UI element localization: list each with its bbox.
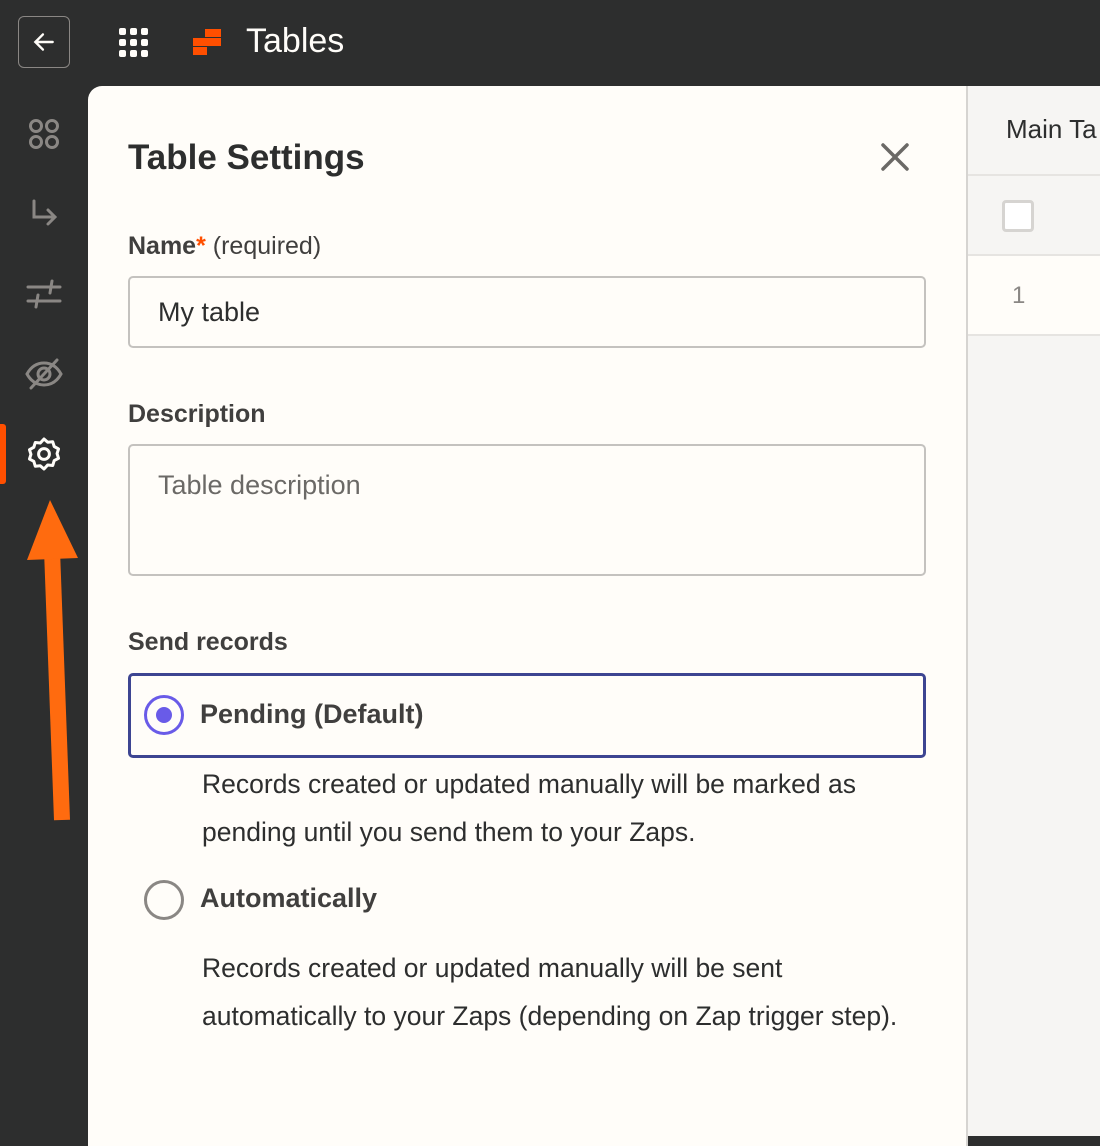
- description-label: Description: [128, 400, 266, 428]
- required-text: (required): [212, 232, 322, 260]
- name-label-text: Name: [128, 232, 197, 260]
- close-icon[interactable]: [878, 140, 912, 174]
- option-pending-description: Records created or updated manually will…: [202, 769, 856, 847]
- option-automatically-label[interactable]: Automatically: [200, 883, 377, 914]
- grid-icon[interactable]: [118, 27, 150, 59]
- panel-title: Table Settings: [128, 138, 365, 177]
- table-preview: Main Ta 1: [968, 86, 1100, 1136]
- app-title: Tables: [246, 22, 345, 60]
- top-bar: Tables: [0, 0, 1100, 86]
- required-star: *: [196, 232, 206, 260]
- name-input[interactable]: [128, 276, 926, 348]
- select-all-checkbox[interactable]: [1002, 200, 1034, 232]
- tab-main-table[interactable]: Main Ta: [968, 86, 1100, 176]
- option-pending-label: Pending (Default): [200, 699, 424, 729]
- table-settings-panel: Table Settings Name* (required) Descript…: [88, 86, 968, 1146]
- header-row: [968, 176, 1100, 256]
- description-input[interactable]: [128, 444, 926, 576]
- radio-automatically[interactable]: [144, 880, 184, 920]
- name-label: Name* (required): [128, 232, 321, 261]
- tables-logo-icon: [193, 29, 221, 55]
- option-automatically-description: Records created or updated manually will…: [202, 953, 898, 1031]
- radio-pending[interactable]: [144, 695, 184, 735]
- annotation-arrow: [27, 500, 78, 821]
- table-row[interactable]: 1: [968, 256, 1100, 336]
- send-records-label: Send records: [128, 628, 288, 656]
